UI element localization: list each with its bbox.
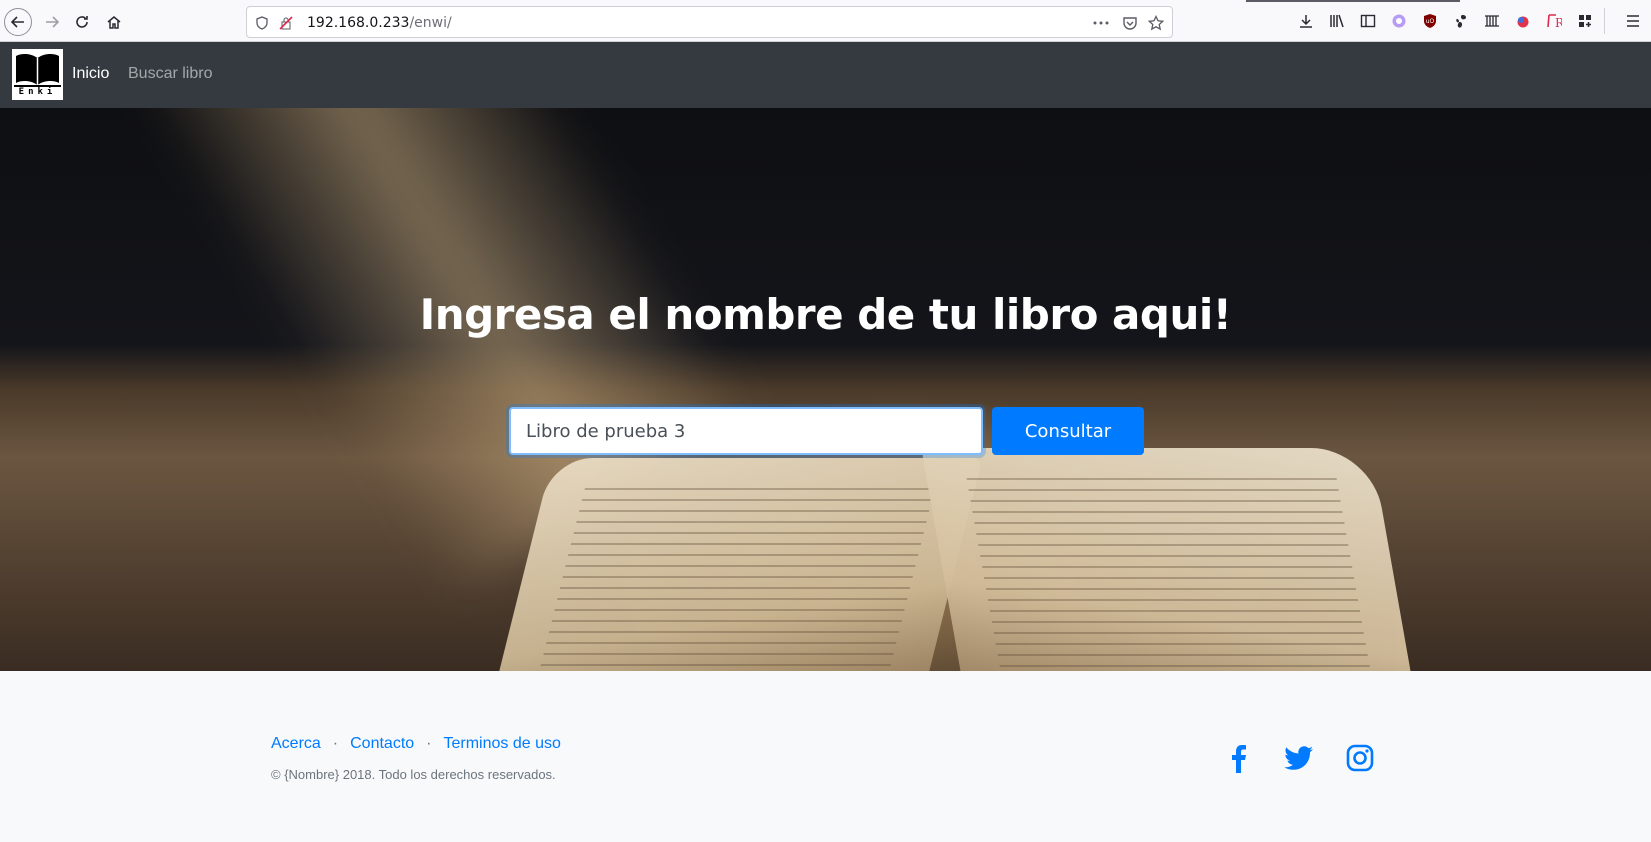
twitter-icon[interactable] [1282,741,1316,775]
rss-icon[interactable]: R [1543,10,1565,32]
hero-book-right-page [921,448,1419,671]
footer-link-acerca[interactable]: Acerca [271,735,321,752]
facebook-icon[interactable] [1221,741,1255,775]
site-footer: Acerca · Contacto · Terminos de uso © {Nombr… [0,671,1651,842]
download-icon[interactable] [1295,10,1317,32]
sidebar-icon[interactable] [1357,10,1379,32]
grid-icon[interactable] [1574,10,1596,32]
site-logo[interactable]: Enki [12,49,63,100]
container-icon[interactable] [1512,10,1534,32]
tab-indicator [1246,0,1460,2]
url-bar[interactable]: 192.168.0.233/enwi/ [246,6,1173,38]
ublock-icon[interactable]: uO [1419,10,1441,32]
library-icon[interactable] [1326,10,1348,32]
menu-icon[interactable] [1622,10,1644,32]
gnome-icon[interactable] [1450,10,1472,32]
home-icon[interactable] [100,8,128,36]
nav-link-inicio[interactable]: Inicio [72,65,109,83]
open-book-icon [14,53,61,87]
bookmark-star-icon[interactable] [1147,14,1165,32]
url-text[interactable]: 192.168.0.233/enwi/ [307,15,452,31]
svg-text:R: R [1555,16,1562,29]
abacus-icon[interactable] [1481,10,1503,32]
site-navbar: Enki Inicio Buscar libro [0,42,1651,108]
extension-icon[interactable] [1388,10,1410,32]
more-icon[interactable] [1092,14,1110,32]
hero-section [0,108,1651,671]
footer-separator: · [426,735,432,752]
toolbar-divider [1604,8,1605,34]
hero-title: Ingresa el nombre de tu libro aqui! [419,290,1232,339]
shield-icon[interactable] [253,14,271,32]
back-icon[interactable] [4,8,32,36]
logo-text: Enki [18,87,57,97]
reload-icon[interactable] [68,8,96,36]
browser-toolbar: 192.168.0.233/enwi/ uO R [0,0,1651,42]
footer-link-terminos[interactable]: Terminos de uso [444,735,561,752]
footer-links: Acerca · Contacto · Terminos de uso [271,735,561,753]
forward-icon[interactable] [38,8,66,36]
nav-link-buscar-libro[interactable]: Buscar libro [128,65,212,83]
copyright-text: © {Nombre} 2018. Todo los derechos reser… [271,767,556,782]
consultar-button[interactable]: Consultar [992,407,1144,455]
svg-text:uO: uO [1426,18,1435,25]
hero-book-left-page [487,458,983,671]
pocket-icon[interactable] [1121,14,1139,32]
book-search-input[interactable] [509,407,983,455]
insecure-lock-icon[interactable] [277,14,295,32]
footer-link-contacto[interactable]: Contacto [350,735,414,752]
instagram-icon[interactable] [1343,741,1377,775]
footer-separator: · [332,735,339,752]
